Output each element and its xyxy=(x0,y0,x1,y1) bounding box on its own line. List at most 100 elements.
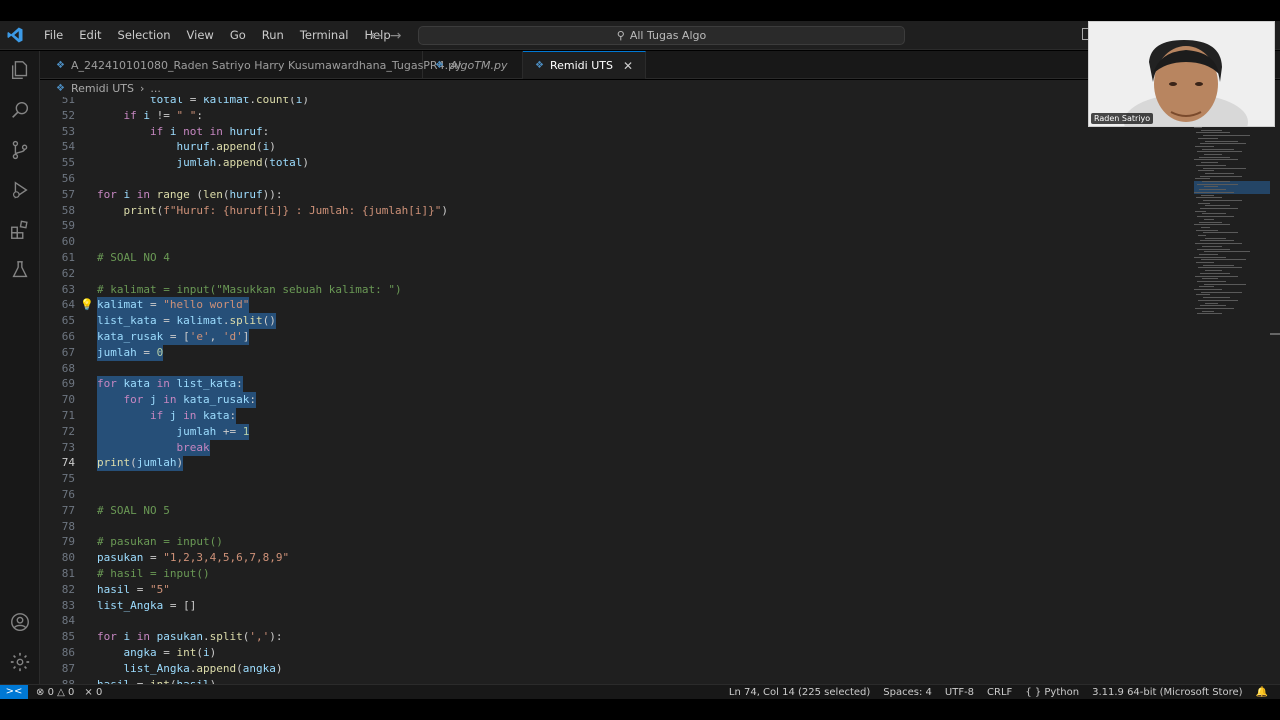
code-line[interactable]: 54 huruf.append(i) xyxy=(40,139,1190,155)
code-line[interactable]: 52 if i != " ": xyxy=(40,108,1190,124)
breadcrumb-file[interactable]: Remidi UTS xyxy=(71,82,134,95)
ports-icon: ⨯ xyxy=(84,687,93,698)
code-line[interactable]: 63 # kalimat = input("Masukkan sebuah kal… xyxy=(40,282,1190,298)
code-line[interactable]: 53 if i not in huruf: xyxy=(40,124,1190,140)
code-line[interactable]: 51 total = kalimat.count(i) xyxy=(40,97,1190,108)
code-line[interactable]: 67 jumlah = 0 xyxy=(40,344,1190,361)
code-line[interactable]: 55 jumlah.append(total) xyxy=(40,155,1190,171)
code-line[interactable]: 72 jumlah += 1 xyxy=(40,423,1190,440)
minimap-line xyxy=(1200,272,1230,274)
code-line[interactable]: 56 xyxy=(40,171,1190,187)
code-line[interactable]: 70 for j in kata_rusak: xyxy=(40,392,1190,409)
code-line[interactable]: 57 for i in range (len(huruf)): xyxy=(40,187,1190,203)
remote-indicator[interactable]: >< xyxy=(0,685,28,700)
indentation[interactable]: Spaces: 4 xyxy=(883,687,932,698)
minimap[interactable] xyxy=(1190,97,1280,684)
code-text: # SOAL NO 4 xyxy=(97,251,170,264)
code-line[interactable]: 87 list_Angka.append(angka) xyxy=(40,661,1190,677)
explorer-icon[interactable] xyxy=(9,59,31,81)
code-line[interactable]: 79 # pasukan = input() xyxy=(40,534,1190,550)
minimap-line xyxy=(1198,267,1242,269)
code-line[interactable]: 71 if j in kata: xyxy=(40,408,1190,424)
minimap-line xyxy=(1201,162,1218,164)
code-editor[interactable]: 51 total = kalimat.count(i) 52 if i != " … xyxy=(40,97,1190,684)
code-line[interactable]: 64 💡 kalimat = "hello world" xyxy=(40,297,1190,314)
menu-view[interactable]: View xyxy=(179,21,222,50)
code-line[interactable]: 68 xyxy=(40,361,1190,377)
code-line[interactable]: 82 hasil = "5" xyxy=(40,582,1190,598)
minimap-line xyxy=(1204,251,1250,253)
tab-algotm[interactable]: ❖ AlgoTM.py xyxy=(423,51,523,79)
minimap-line xyxy=(1195,307,1234,309)
language-mode[interactable]: { } Python xyxy=(1025,687,1079,698)
close-tab-icon[interactable]: ✕ xyxy=(623,59,633,73)
forward-arrow-icon[interactable]: → xyxy=(390,28,402,44)
search-icon: ⚲ xyxy=(616,29,625,42)
code-line[interactable]: 61 # SOAL NO 4 xyxy=(40,250,1190,266)
source-control-icon[interactable] xyxy=(9,139,31,161)
scrollbar-marker[interactable] xyxy=(1270,333,1280,335)
minimap-line xyxy=(1198,137,1218,139)
code-line[interactable]: 76 xyxy=(40,487,1190,503)
minimap-line xyxy=(1201,194,1214,196)
settings-gear-icon[interactable] xyxy=(9,651,31,673)
run-debug-icon[interactable] xyxy=(9,179,31,201)
search-view-icon[interactable] xyxy=(9,99,31,121)
minimap-line xyxy=(1205,270,1222,272)
menu-terminal[interactable]: Terminal xyxy=(292,21,357,50)
code-text: for j in kata_rusak: xyxy=(97,392,256,409)
breadcrumb-symbol[interactable]: ... xyxy=(150,82,161,95)
menu-file[interactable]: File xyxy=(36,21,71,50)
code-text: # hasil = input() xyxy=(97,567,210,580)
minimap-line xyxy=(1194,289,1222,290)
code-line[interactable]: 59 xyxy=(40,218,1190,234)
minimap-line xyxy=(1201,129,1222,131)
code-line[interactable]: 60 xyxy=(40,234,1190,250)
tab-tugaspr4[interactable]: ❖ A_242410101080_Raden Satriyo Harry Kus… xyxy=(40,51,462,79)
code-line[interactable]: 66 kata_rusak = ['e', 'd'] xyxy=(40,329,1190,345)
code-line[interactable]: 80 pasukan = "1,2,3,4,5,6,7,8,9" xyxy=(40,550,1190,566)
code-line[interactable]: 86 angka = int(i) xyxy=(40,645,1190,661)
line-number: 57 xyxy=(61,187,75,201)
code-line[interactable]: 81 # hasil = input() xyxy=(40,566,1190,582)
line-number: 53 xyxy=(61,124,75,138)
problems-indicator[interactable]: ⊗ 0 △ 0 xyxy=(36,687,74,698)
tab-remidi-uts[interactable]: ❖ Remidi UTS ✕ xyxy=(523,51,647,79)
minimap-line xyxy=(1195,178,1210,180)
code-line[interactable]: 62 xyxy=(40,266,1190,282)
menu-selection[interactable]: Selection xyxy=(110,21,179,50)
line-number: 76 xyxy=(61,488,75,501)
warning-icon: △ xyxy=(57,687,65,698)
code-line[interactable]: 77 # SOAL NO 5 xyxy=(40,503,1190,519)
menu-go[interactable]: Go xyxy=(222,21,254,50)
encoding[interactable]: UTF-8 xyxy=(945,687,974,698)
code-line[interactable]: 74 print(jumlah) xyxy=(40,455,1190,472)
cursor-position[interactable]: Ln 74, Col 14 (225 selected) xyxy=(729,687,870,698)
code-text: kalimat = "hello world" xyxy=(97,297,250,314)
extensions-icon[interactable] xyxy=(9,219,31,241)
code-line[interactable]: 58 print(f"Huruf: {huruf[i]} : Jumlah: {… xyxy=(40,203,1190,219)
lightbulb-icon[interactable]: 💡 xyxy=(80,297,94,313)
code-text: if j in kata: xyxy=(97,408,237,424)
code-line[interactable]: 88 hasil = int(hasil) xyxy=(40,677,1190,684)
code-line[interactable]: 84 xyxy=(40,613,1190,629)
back-arrow-icon[interactable]: ← xyxy=(370,28,382,44)
menu-edit[interactable]: Edit xyxy=(71,21,109,50)
code-line[interactable]: 85 for i in pasukan.split(','): xyxy=(40,629,1190,645)
python-interpreter[interactable]: 3.11.9 64-bit (Microsoft Store) xyxy=(1092,687,1242,698)
code-line[interactable]: 78 xyxy=(40,519,1190,535)
code-line[interactable]: 65 list_kata = kalimat.split() xyxy=(40,313,1190,330)
ports-indicator[interactable]: ⨯ 0 xyxy=(84,687,102,698)
code-line[interactable]: 75 xyxy=(40,471,1190,487)
account-icon[interactable] xyxy=(9,611,31,633)
command-center-search[interactable]: ⚲ All Tugas Algo xyxy=(418,26,905,45)
testing-flask-icon[interactable] xyxy=(9,259,31,281)
notifications-bell-icon[interactable]: 🔔 xyxy=(1256,687,1268,698)
code-line[interactable]: 73 break xyxy=(40,439,1190,456)
person-video-image xyxy=(1089,22,1274,126)
minimap-line xyxy=(1194,191,1234,193)
menu-run[interactable]: Run xyxy=(254,21,292,50)
code-line[interactable]: 83 list_Angka = [] xyxy=(40,598,1190,614)
code-line[interactable]: 69 for kata in list_kata: xyxy=(40,376,1190,393)
end-of-line[interactable]: CRLF xyxy=(987,687,1012,698)
